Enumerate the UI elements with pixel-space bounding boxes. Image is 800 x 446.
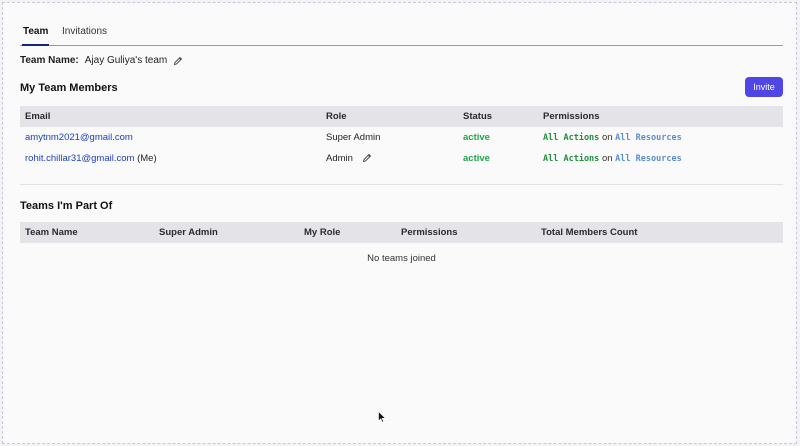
members-table: Email Role Status Permissions amytnm2021… xyxy=(20,106,783,169)
status-badge: active xyxy=(463,153,490,164)
tab-team[interactable]: Team xyxy=(22,26,50,46)
member-permissions: All Actions on All Resources xyxy=(538,127,783,148)
member-role: Admin xyxy=(326,153,353,164)
status-badge: active xyxy=(463,132,490,143)
permission-resource: All Resources xyxy=(615,154,682,164)
col-super-admin: Super Admin xyxy=(159,227,218,238)
col-status: Status xyxy=(463,111,493,122)
teams-section-title: Teams I'm Part Of xyxy=(20,200,113,212)
permission-connector: on xyxy=(601,132,613,143)
members-section-title: My Team Members xyxy=(20,82,118,94)
table-row: amytnm2021@gmail.com Super Admin active … xyxy=(20,127,783,148)
members-table-header: Email Role Status Permissions xyxy=(20,106,783,127)
pencil-icon[interactable] xyxy=(173,56,183,66)
member-role-cell: Admin xyxy=(321,148,458,169)
member-email-link[interactable]: rohit.chillar31@gmail.com xyxy=(25,153,134,164)
permission-action: All Actions xyxy=(543,133,600,143)
team-name-row: Team Name: Ajay Guliya's team xyxy=(20,55,183,66)
table-row: rohit.chillar31@gmail.com (Me) Admin act… xyxy=(20,148,783,169)
member-permissions: All Actions on All Resources xyxy=(538,148,783,169)
section-divider xyxy=(20,184,783,185)
member-role: Super Admin xyxy=(326,132,381,143)
col-permissions: Permissions xyxy=(543,111,600,122)
mouse-cursor-icon xyxy=(378,410,387,423)
member-email-link[interactable]: amytnm2021@gmail.com xyxy=(25,132,133,143)
team-name-label: Team Name: xyxy=(20,55,79,66)
col-email: Email xyxy=(25,111,51,122)
permission-connector: on xyxy=(601,153,613,164)
col-my-role: My Role xyxy=(304,227,341,238)
team-name-value: Ajay Guliya's team xyxy=(84,55,168,66)
col-role: Role xyxy=(326,111,347,122)
tab-invitations[interactable]: Invitations xyxy=(62,26,107,46)
teams-table: Team Name Super Admin My Role Permission… xyxy=(20,222,783,243)
tab-bar: Team Invitations xyxy=(20,20,783,46)
col-permissions: Permissions xyxy=(401,227,458,238)
teams-table-header: Team Name Super Admin My Role Permission… xyxy=(20,222,783,243)
me-tag: (Me) xyxy=(137,153,157,164)
permission-action: All Actions xyxy=(543,154,600,164)
permission-resource: All Resources xyxy=(615,133,682,143)
col-team-name: Team Name xyxy=(25,227,78,238)
col-total-members: Total Members Count xyxy=(541,227,638,238)
pencil-icon[interactable] xyxy=(362,153,372,163)
empty-state-message: No teams joined xyxy=(367,253,436,264)
invite-button[interactable]: Invite xyxy=(745,77,783,97)
